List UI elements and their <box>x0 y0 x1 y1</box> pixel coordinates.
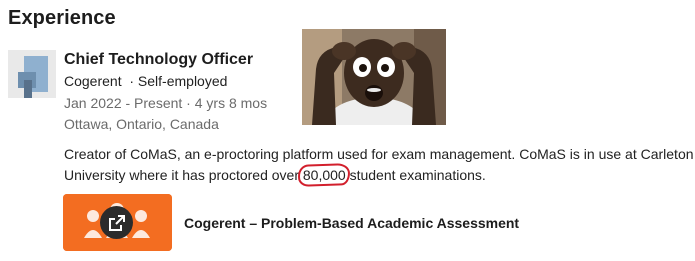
job-title[interactable]: Chief Technology Officer <box>64 51 253 69</box>
company-logo[interactable] <box>8 50 56 98</box>
logo-block <box>24 80 32 98</box>
description-line-1: Creator of CoMaS, an e-proctoring platfo… <box>64 146 694 162</box>
description-line-2: University where it has proctored over 8… <box>64 165 695 186</box>
circled-number: 80,000 <box>302 167 346 183</box>
reaction-image <box>302 29 446 125</box>
external-link-icon[interactable] <box>100 206 133 239</box>
job-description: Creator of CoMaS, an e-proctoring platfo… <box>64 144 695 186</box>
section-title: Experience <box>8 7 116 29</box>
external-link-glyph <box>108 214 125 231</box>
reaction-image-drawing <box>302 29 446 125</box>
company-employment-type: Cogerent · Self-employed <box>64 73 228 89</box>
media-title[interactable]: Cogerent – Problem-Based Academic Assess… <box>184 215 519 231</box>
description-text: student examinations. <box>345 167 486 183</box>
location: Ottawa, Ontario, Canada <box>64 116 219 132</box>
employment-dates: Jan 2022 - Present · 4 yrs 8 mos <box>64 95 268 111</box>
description-text: University where it has proctored over <box>64 167 303 183</box>
